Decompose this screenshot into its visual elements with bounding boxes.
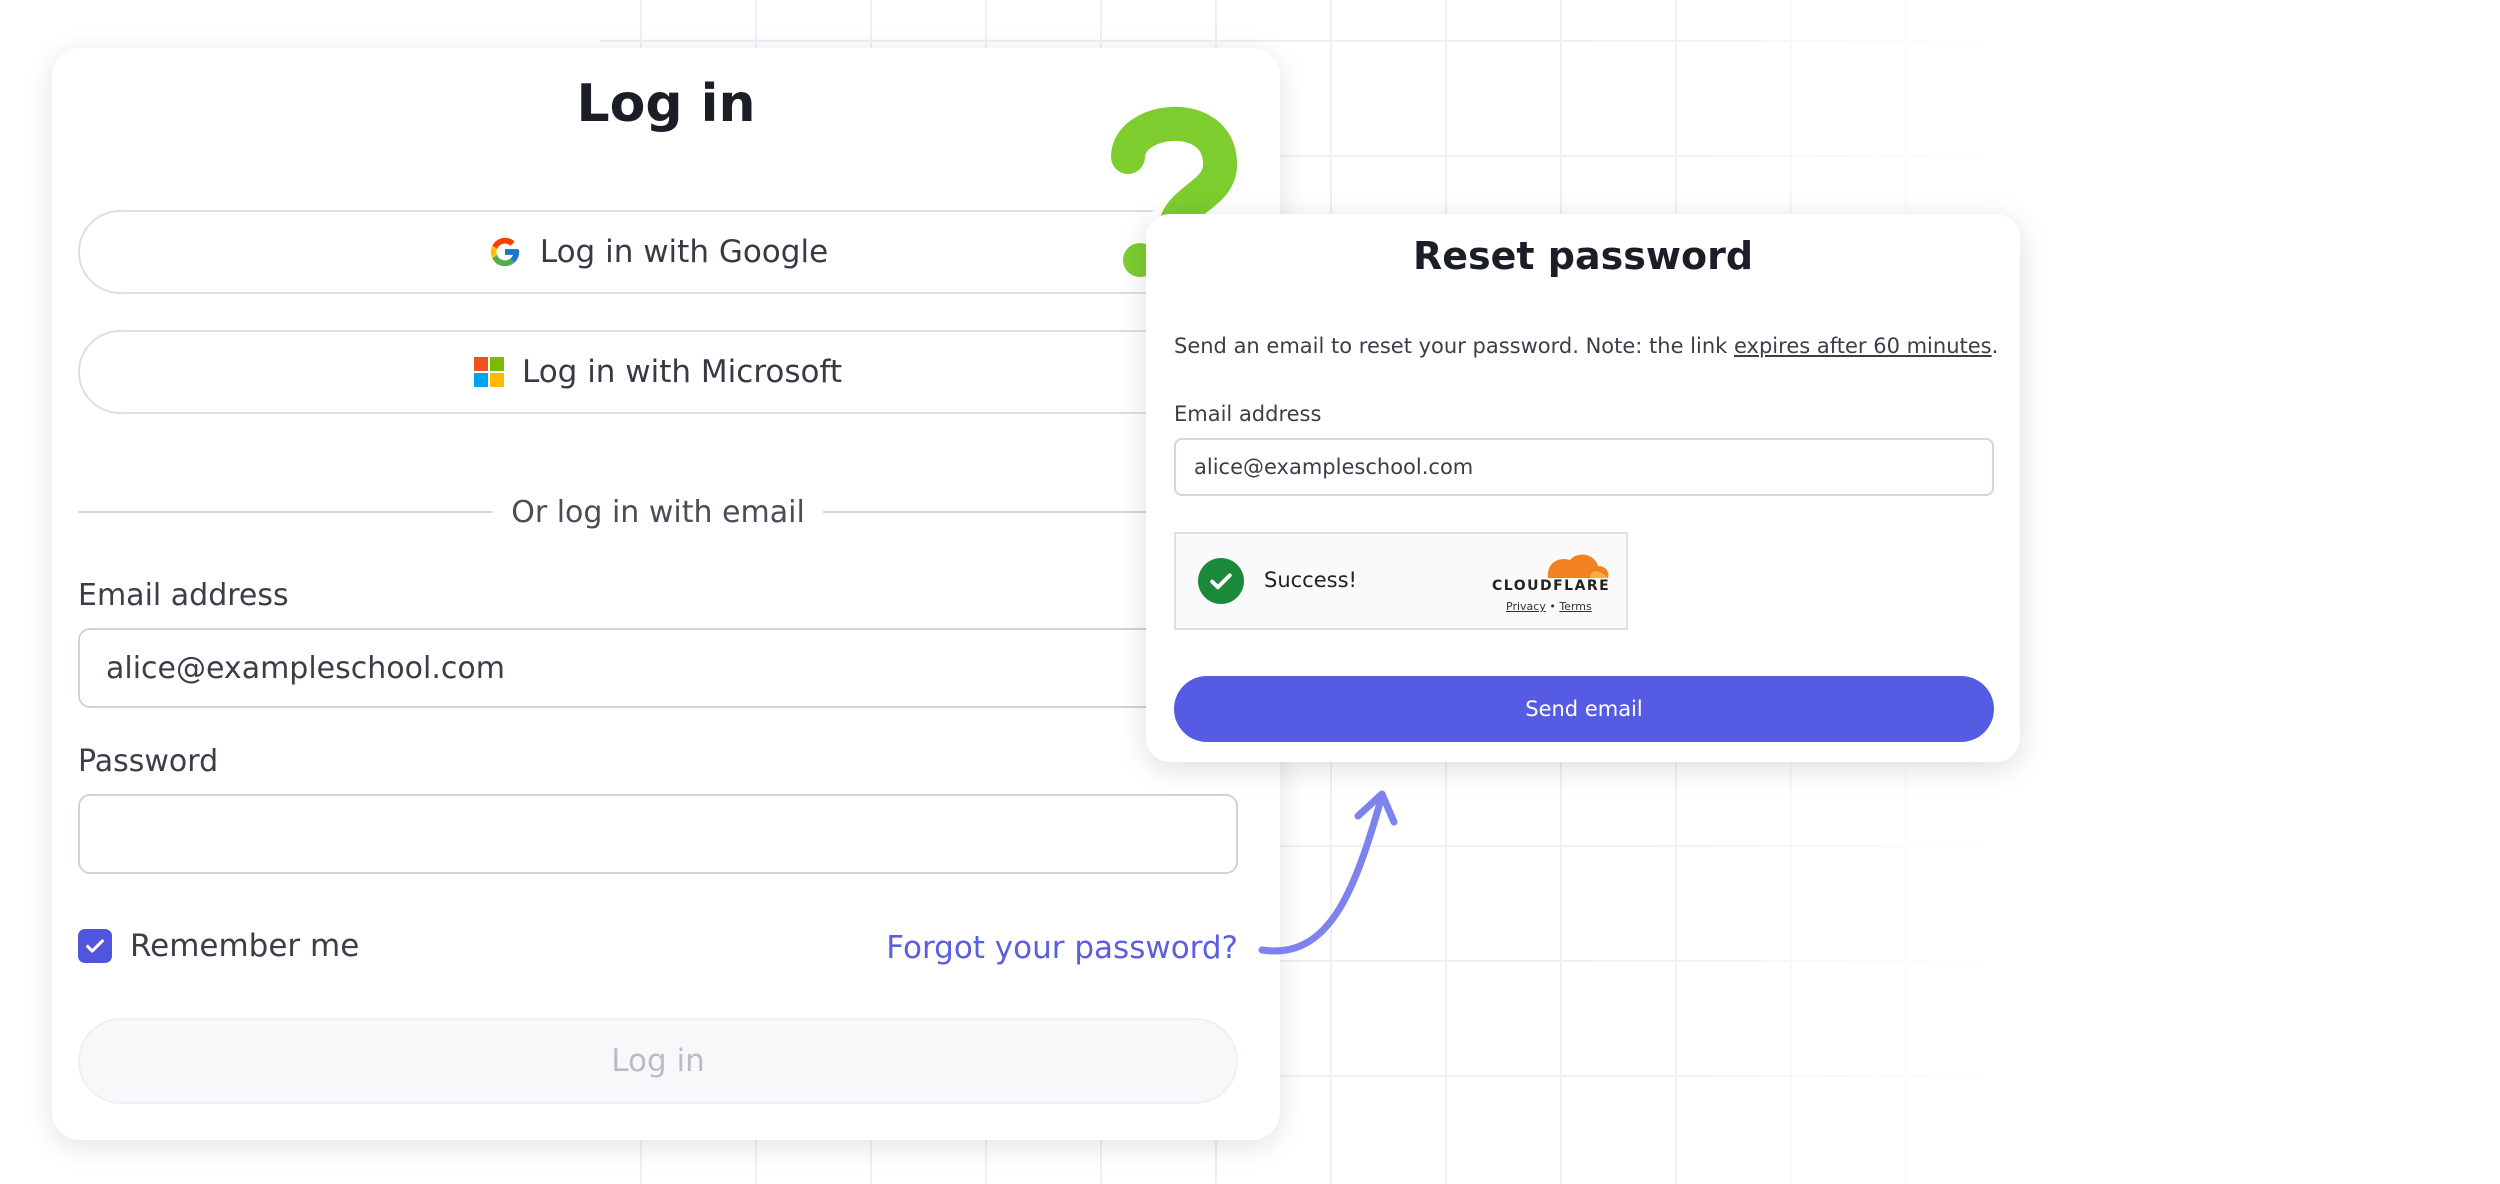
send-email-button[interactable]: Send email (1174, 676, 1994, 742)
login-title: Log in (576, 74, 756, 134)
reset-description-end: . (1991, 334, 1999, 358)
reset-description-text: Send an email to reset your password. No… (1174, 334, 1734, 358)
curved-arrow-icon (1258, 790, 1398, 955)
email-field[interactable]: alice@exampleschool.com (78, 628, 1238, 708)
remember-label: Remember me (130, 928, 360, 964)
divider-line-left (78, 511, 494, 513)
reset-email-label: Email address (1174, 402, 1322, 426)
divider-text: Or log in with email (511, 494, 805, 530)
forgot-password-link[interactable]: Forgot your password? (886, 930, 1238, 966)
remember-checkbox[interactable] (78, 929, 112, 963)
reset-email-field[interactable]: alice@exampleschool.com (1174, 438, 1994, 496)
email-divider: Or log in with email (78, 490, 1238, 534)
microsoft-login-button[interactable]: Log in with Microsoft (78, 330, 1238, 414)
captcha-status: Success! (1264, 568, 1357, 592)
password-label: Password (78, 744, 219, 779)
captcha-widget[interactable]: Success! CLOUDFLARE Privacy • Terms (1174, 532, 1628, 630)
login-card: Log in Log in with Google Log in with Mi… (52, 48, 1280, 1140)
captcha-terms-link[interactable]: Terms (1559, 600, 1591, 613)
captcha-privacy-link[interactable]: Privacy (1506, 600, 1546, 613)
reset-description: Send an email to reset your password. No… (1174, 334, 1998, 358)
captcha-link-separator: • (1549, 600, 1556, 613)
google-login-button[interactable]: Log in with Google (78, 210, 1238, 294)
cloudflare-icon (1547, 554, 1609, 578)
captcha-links: Privacy • Terms (1506, 600, 1592, 613)
reset-password-card: Reset password Send an email to reset yo… (1146, 214, 2020, 762)
reset-title: Reset password (1412, 234, 1754, 278)
password-field[interactable] (78, 794, 1238, 874)
cloudflare-brand: CLOUDFLARE (1492, 578, 1611, 594)
login-submit-button[interactable]: Log in (78, 1018, 1238, 1104)
success-check-icon (1198, 558, 1244, 604)
google-icon (490, 237, 520, 267)
check-icon (86, 939, 104, 953)
microsoft-icon (473, 357, 504, 387)
microsoft-login-label: Log in with Microsoft (521, 354, 843, 390)
expiry-link[interactable]: expires after 60 minutes (1734, 334, 1992, 358)
remember-me[interactable]: Remember me (78, 928, 359, 964)
email-label: Email address (78, 578, 289, 613)
google-login-label: Log in with Google (539, 234, 829, 270)
